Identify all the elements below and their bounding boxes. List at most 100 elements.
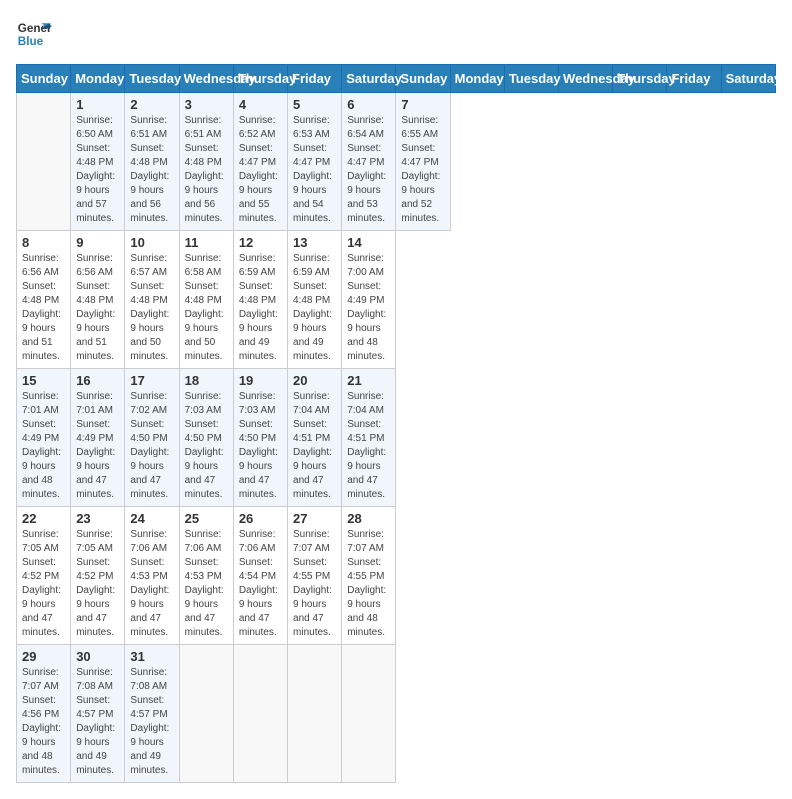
day-number: 10 bbox=[130, 235, 173, 250]
day-info: Sunrise: 6:54 AMSunset: 4:47 PMDaylight:… bbox=[347, 115, 386, 224]
header-tuesday: Tuesday bbox=[125, 65, 179, 93]
calendar-day-cell: 17 Sunrise: 7:02 AMSunset: 4:50 PMDaylig… bbox=[125, 369, 179, 507]
day-number: 4 bbox=[239, 97, 282, 112]
day-number: 22 bbox=[22, 511, 65, 526]
calendar-day-cell: 9 Sunrise: 6:56 AMSunset: 4:48 PMDayligh… bbox=[71, 231, 125, 369]
header-thursday: Thursday bbox=[233, 65, 287, 93]
day-info: Sunrise: 7:03 AMSunset: 4:50 PMDaylight:… bbox=[185, 391, 224, 500]
calendar-day-cell bbox=[17, 93, 71, 231]
calendar-day-cell: 31 Sunrise: 7:08 AMSunset: 4:57 PMDaylig… bbox=[125, 645, 179, 783]
svg-text:Blue: Blue bbox=[18, 35, 44, 48]
calendar-day-cell: 2 Sunrise: 6:51 AMSunset: 4:48 PMDayligh… bbox=[125, 93, 179, 231]
day-number: 14 bbox=[347, 235, 390, 250]
day-info: Sunrise: 7:01 AMSunset: 4:49 PMDaylight:… bbox=[22, 391, 61, 500]
calendar-day-cell: 4 Sunrise: 6:52 AMSunset: 4:47 PMDayligh… bbox=[233, 93, 287, 231]
day-info: Sunrise: 6:57 AMSunset: 4:48 PMDaylight:… bbox=[130, 253, 169, 362]
day-info: Sunrise: 7:06 AMSunset: 4:53 PMDaylight:… bbox=[185, 529, 224, 638]
header-thursday: Thursday bbox=[613, 65, 667, 93]
day-number: 19 bbox=[239, 373, 282, 388]
day-info: Sunrise: 7:00 AMSunset: 4:49 PMDaylight:… bbox=[347, 253, 386, 362]
calendar-day-cell: 18 Sunrise: 7:03 AMSunset: 4:50 PMDaylig… bbox=[179, 369, 233, 507]
day-number: 24 bbox=[130, 511, 173, 526]
page-header: General Blue bbox=[16, 16, 776, 52]
calendar-week-5: 29 Sunrise: 7:07 AMSunset: 4:56 PMDaylig… bbox=[17, 645, 776, 783]
day-number: 25 bbox=[185, 511, 228, 526]
calendar-week-4: 22 Sunrise: 7:05 AMSunset: 4:52 PMDaylig… bbox=[17, 507, 776, 645]
day-number: 11 bbox=[185, 235, 228, 250]
day-info: Sunrise: 7:07 AMSunset: 4:56 PMDaylight:… bbox=[22, 667, 61, 776]
day-info: Sunrise: 7:08 AMSunset: 4:57 PMDaylight:… bbox=[130, 667, 169, 776]
day-number: 26 bbox=[239, 511, 282, 526]
calendar-day-cell: 10 Sunrise: 6:57 AMSunset: 4:48 PMDaylig… bbox=[125, 231, 179, 369]
day-info: Sunrise: 7:08 AMSunset: 4:57 PMDaylight:… bbox=[76, 667, 115, 776]
calendar-day-cell: 8 Sunrise: 6:56 AMSunset: 4:48 PMDayligh… bbox=[17, 231, 71, 369]
day-info: Sunrise: 7:06 AMSunset: 4:54 PMDaylight:… bbox=[239, 529, 278, 638]
calendar-day-cell: 22 Sunrise: 7:05 AMSunset: 4:52 PMDaylig… bbox=[17, 507, 71, 645]
day-number: 21 bbox=[347, 373, 390, 388]
calendar-day-cell: 14 Sunrise: 7:00 AMSunset: 4:49 PMDaylig… bbox=[342, 231, 396, 369]
calendar-day-cell: 15 Sunrise: 7:01 AMSunset: 4:49 PMDaylig… bbox=[17, 369, 71, 507]
day-info: Sunrise: 6:59 AMSunset: 4:48 PMDaylight:… bbox=[293, 253, 332, 362]
day-number: 7 bbox=[401, 97, 444, 112]
day-number: 5 bbox=[293, 97, 336, 112]
calendar-day-cell: 20 Sunrise: 7:04 AMSunset: 4:51 PMDaylig… bbox=[288, 369, 342, 507]
calendar-day-cell: 27 Sunrise: 7:07 AMSunset: 4:55 PMDaylig… bbox=[288, 507, 342, 645]
day-info: Sunrise: 6:55 AMSunset: 4:47 PMDaylight:… bbox=[401, 115, 440, 224]
header-monday: Monday bbox=[71, 65, 125, 93]
day-info: Sunrise: 7:07 AMSunset: 4:55 PMDaylight:… bbox=[347, 529, 386, 638]
day-info: Sunrise: 7:04 AMSunset: 4:51 PMDaylight:… bbox=[293, 391, 332, 500]
calendar-day-cell: 25 Sunrise: 7:06 AMSunset: 4:53 PMDaylig… bbox=[179, 507, 233, 645]
day-info: Sunrise: 6:52 AMSunset: 4:47 PMDaylight:… bbox=[239, 115, 278, 224]
header-friday: Friday bbox=[667, 65, 721, 93]
day-number: 27 bbox=[293, 511, 336, 526]
day-number: 2 bbox=[130, 97, 173, 112]
day-info: Sunrise: 7:01 AMSunset: 4:49 PMDaylight:… bbox=[76, 391, 115, 500]
header-wednesday: Wednesday bbox=[559, 65, 613, 93]
calendar-week-3: 15 Sunrise: 7:01 AMSunset: 4:49 PMDaylig… bbox=[17, 369, 776, 507]
day-number: 18 bbox=[185, 373, 228, 388]
day-number: 6 bbox=[347, 97, 390, 112]
day-number: 16 bbox=[76, 373, 119, 388]
calendar-day-cell: 3 Sunrise: 6:51 AMSunset: 4:48 PMDayligh… bbox=[179, 93, 233, 231]
calendar-day-cell: 26 Sunrise: 7:06 AMSunset: 4:54 PMDaylig… bbox=[233, 507, 287, 645]
header-saturday: Saturday bbox=[721, 65, 775, 93]
calendar-day-cell: 7 Sunrise: 6:55 AMSunset: 4:47 PMDayligh… bbox=[396, 93, 450, 231]
calendar-day-cell bbox=[233, 645, 287, 783]
calendar-day-cell: 5 Sunrise: 6:53 AMSunset: 4:47 PMDayligh… bbox=[288, 93, 342, 231]
day-info: Sunrise: 6:56 AMSunset: 4:48 PMDaylight:… bbox=[22, 253, 61, 362]
day-info: Sunrise: 7:05 AMSunset: 4:52 PMDaylight:… bbox=[76, 529, 115, 638]
calendar-header-row: SundayMondayTuesdayWednesdayThursdayFrid… bbox=[17, 65, 776, 93]
calendar-day-cell bbox=[288, 645, 342, 783]
calendar-day-cell: 13 Sunrise: 6:59 AMSunset: 4:48 PMDaylig… bbox=[288, 231, 342, 369]
header-sunday: Sunday bbox=[17, 65, 71, 93]
calendar-day-cell: 28 Sunrise: 7:07 AMSunset: 4:55 PMDaylig… bbox=[342, 507, 396, 645]
day-info: Sunrise: 7:03 AMSunset: 4:50 PMDaylight:… bbox=[239, 391, 278, 500]
header-friday: Friday bbox=[288, 65, 342, 93]
day-info: Sunrise: 6:51 AMSunset: 4:48 PMDaylight:… bbox=[130, 115, 169, 224]
day-number: 30 bbox=[76, 649, 119, 664]
logo: General Blue bbox=[16, 16, 52, 52]
header-sunday: Sunday bbox=[396, 65, 450, 93]
header-tuesday: Tuesday bbox=[504, 65, 558, 93]
day-number: 3 bbox=[185, 97, 228, 112]
day-number: 1 bbox=[76, 97, 119, 112]
calendar-week-2: 8 Sunrise: 6:56 AMSunset: 4:48 PMDayligh… bbox=[17, 231, 776, 369]
calendar-day-cell: 11 Sunrise: 6:58 AMSunset: 4:48 PMDaylig… bbox=[179, 231, 233, 369]
calendar-day-cell: 21 Sunrise: 7:04 AMSunset: 4:51 PMDaylig… bbox=[342, 369, 396, 507]
day-info: Sunrise: 7:05 AMSunset: 4:52 PMDaylight:… bbox=[22, 529, 61, 638]
day-info: Sunrise: 6:50 AMSunset: 4:48 PMDaylight:… bbox=[76, 115, 115, 224]
calendar-day-cell: 12 Sunrise: 6:59 AMSunset: 4:48 PMDaylig… bbox=[233, 231, 287, 369]
day-number: 9 bbox=[76, 235, 119, 250]
header-wednesday: Wednesday bbox=[179, 65, 233, 93]
calendar-week-1: 1 Sunrise: 6:50 AMSunset: 4:48 PMDayligh… bbox=[17, 93, 776, 231]
day-number: 28 bbox=[347, 511, 390, 526]
day-number: 13 bbox=[293, 235, 336, 250]
calendar-day-cell bbox=[179, 645, 233, 783]
calendar-day-cell: 29 Sunrise: 7:07 AMSunset: 4:56 PMDaylig… bbox=[17, 645, 71, 783]
day-number: 17 bbox=[130, 373, 173, 388]
calendar-day-cell: 6 Sunrise: 6:54 AMSunset: 4:47 PMDayligh… bbox=[342, 93, 396, 231]
day-number: 29 bbox=[22, 649, 65, 664]
calendar-day-cell: 16 Sunrise: 7:01 AMSunset: 4:49 PMDaylig… bbox=[71, 369, 125, 507]
day-number: 15 bbox=[22, 373, 65, 388]
day-number: 31 bbox=[130, 649, 173, 664]
